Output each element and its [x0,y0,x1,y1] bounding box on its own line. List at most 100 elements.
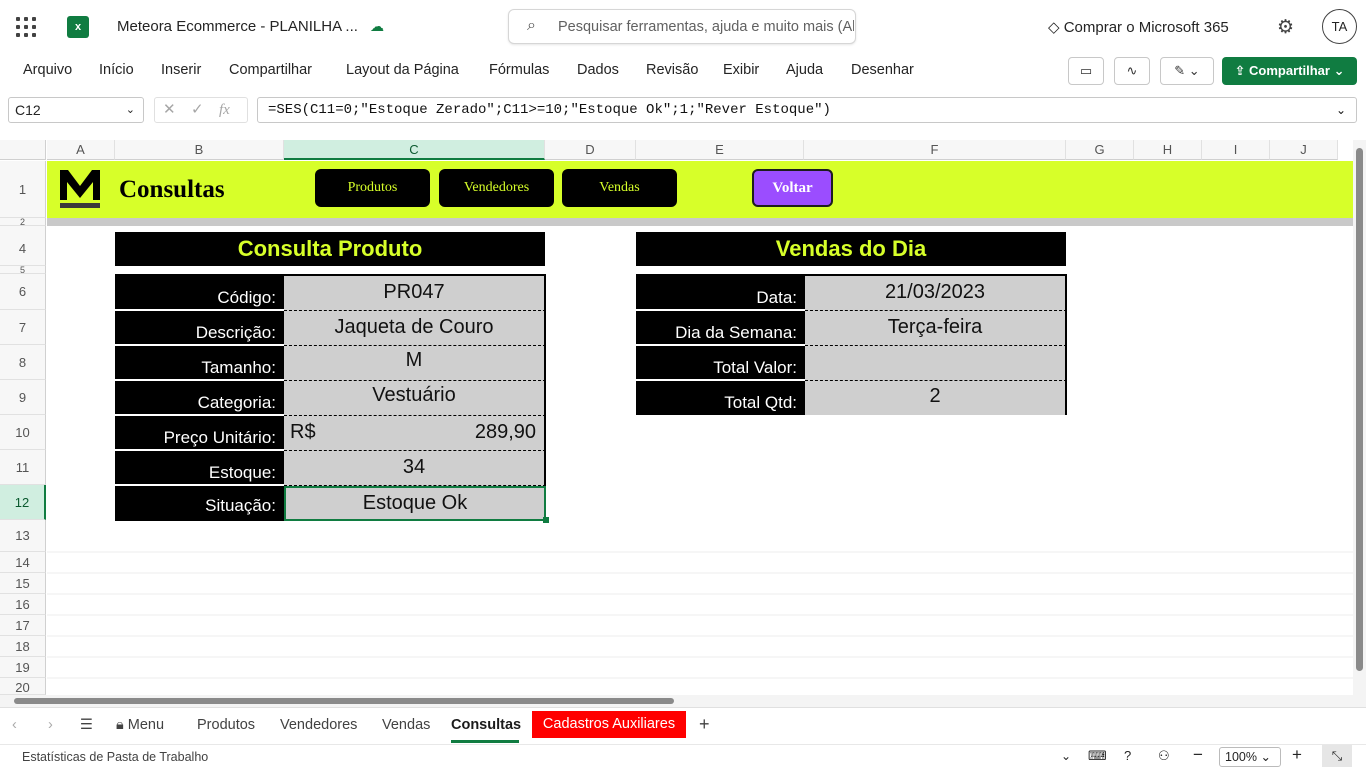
column-header-c[interactable]: C [284,140,545,160]
produtos-button[interactable]: Produtos [315,169,430,207]
menu-sheet-tab[interactable]: 🔒︎ Menu [116,717,164,733]
data-value[interactable]: 21/03/2023 [805,276,1067,311]
vertical-scroll-thumb[interactable] [1356,148,1363,671]
sheet-tab-vendas[interactable]: Vendas [382,717,430,733]
menu-inicio[interactable]: Início [99,62,134,78]
feedback-icon[interactable]: ⚇ [1158,748,1170,764]
row-header-20[interactable]: 20 [0,678,46,695]
tamanho-value[interactable]: M [284,346,546,381]
sheet-tab-produtos[interactable]: Produtos [197,717,255,733]
column-header-i[interactable]: I [1202,140,1270,160]
buy-microsoft-365-link[interactable]: ◇ Comprar o Microsoft 365 [1048,18,1229,36]
fullscreen-icon[interactable]: ⤡ [1322,745,1352,767]
row-header-9[interactable]: 9 [0,380,46,415]
row-header-19[interactable]: 19 [0,657,46,678]
categoria-value[interactable]: Vestuário [284,381,546,416]
voltar-button[interactable]: Voltar [752,169,833,207]
dia-semana-value[interactable]: Terça-feira [805,311,1067,346]
menu-tab-label: Menu [127,717,165,733]
row-header-8[interactable]: 8 [0,345,46,380]
activity-icon[interactable]: ∿ [1114,57,1150,85]
formula-input[interactable]: =SES(C11=0;"Estoque Zerado";C11>=10;"Est… [257,97,1357,123]
column-header-a[interactable]: A [47,140,115,160]
help-icon[interactable]: ? [1124,748,1131,763]
saved-cloud-icon[interactable]: ☁ [370,18,388,36]
name-box[interactable]: C12 ⌄ [8,97,144,123]
codigo-value[interactable]: PR047 [284,276,546,311]
situacao-label: Situação: [115,486,284,521]
row-header-18[interactable]: 18 [0,636,46,657]
total-qtd-value[interactable]: 2 [805,381,1067,415]
zoom-select[interactable]: 100% ⌄ [1219,747,1281,767]
row-header-16[interactable]: 16 [0,594,46,615]
row-header-2[interactable]: 2 [0,218,46,227]
row-header-11[interactable]: 11 [0,450,46,485]
document-title[interactable]: Meteora Ecommerce - PLANILHA ... [117,18,358,35]
row-header-10[interactable]: 10 [0,415,46,450]
column-header-b[interactable]: B [115,140,284,160]
menu-arquivo[interactable]: Arquivo [23,62,72,78]
row-header-6[interactable]: 6 [0,274,46,310]
zoom-out-icon[interactable]: − [1193,745,1203,765]
workbook-statistics[interactable]: Estatísticas de Pasta de Trabalho [22,750,208,764]
row-header-13[interactable]: 13 [0,520,46,552]
keyboard-icon[interactable]: ⌨ [1088,748,1107,764]
share-button[interactable]: ⇪ Compartilhar ⌄ [1222,57,1357,85]
descricao-value[interactable]: Jaqueta de Couro [284,311,546,346]
sheet-tab-vendedores[interactable]: Vendedores [280,717,357,733]
menu-exibir[interactable]: Exibir [723,62,759,78]
menu-desenhar[interactable]: Desenhar [851,62,914,78]
vendas-do-dia-table: Data: 21/03/2023 Dia da Semana: Terça-fe… [636,274,1067,415]
expand-formula-icon[interactable]: ⌄ [1336,98,1346,122]
menu-compartilhar[interactable]: Compartilhar [229,62,312,78]
row-header-15[interactable]: 15 [0,573,46,594]
menu-formulas[interactable]: Fórmulas [489,62,549,78]
comment-icon[interactable]: ▭ [1068,57,1104,85]
menu-revisao[interactable]: Revisão [646,62,698,78]
chevron-down-icon[interactable]: ⌄ [1061,749,1071,763]
column-header-h[interactable]: H [1134,140,1202,160]
row-header-4[interactable]: 4 [0,226,46,266]
search-box[interactable]: ⌕ Pesquisar ferramentas, ajuda e muito m… [508,9,856,44]
cancel-icon[interactable]: ✕ [163,98,176,122]
sheet-tab-consultas[interactable]: Consultas [451,717,521,733]
row-header-17[interactable]: 17 [0,615,46,636]
row-header-1[interactable]: 1 [0,161,46,218]
menu-ajuda[interactable]: Ajuda [786,62,823,78]
search-input[interactable]: Pesquisar ferramentas, ajuda e muito mai… [558,19,854,35]
chevron-left-icon[interactable]: ‹ [12,717,17,733]
menu-dados[interactable]: Dados [577,62,619,78]
vendas-button[interactable]: Vendas [562,169,677,207]
insert-function-icon[interactable]: fx [219,98,230,122]
total-valor-value[interactable] [805,346,1067,381]
add-sheet-icon[interactable]: + [699,714,710,735]
preco-unitario-cell[interactable]: R$ 289,90 [284,416,546,451]
gear-icon[interactable]: ⚙ [1277,16,1294,39]
select-all-corner[interactable] [0,140,46,160]
fill-handle[interactable] [543,517,549,523]
horizontal-scroll-thumb[interactable] [14,698,674,704]
sheet-tab-cadastros-auxiliares[interactable]: Cadastros Auxiliares [532,711,686,738]
situacao-value[interactable]: Estoque Ok [284,486,546,521]
column-header-g[interactable]: G [1066,140,1134,160]
row-header-14[interactable]: 14 [0,552,46,573]
column-header-d[interactable]: D [545,140,636,160]
menu-layout-pagina[interactable]: Layout da Página [346,62,459,78]
estoque-value[interactable]: 34 [284,451,546,486]
column-header-e[interactable]: E [636,140,804,160]
app-launcher-icon[interactable] [16,17,36,37]
chevron-right-icon[interactable]: › [48,717,53,733]
column-header-j[interactable]: J [1270,140,1338,160]
row-header-5[interactable]: 5 [0,266,46,275]
row-header-7[interactable]: 7 [0,310,46,345]
confirm-icon[interactable]: ✓ [191,98,204,122]
excel-icon: x [67,16,89,38]
menu-inserir[interactable]: Inserir [161,62,201,78]
zoom-in-icon[interactable]: + [1292,745,1302,765]
editing-mode-icon[interactable]: ✎ ⌄ [1160,57,1214,85]
column-header-f[interactable]: F [804,140,1066,160]
avatar[interactable]: TA [1322,9,1357,44]
all-sheets-icon[interactable]: ☰ [80,717,93,733]
row-header-12[interactable]: 12 [0,485,46,520]
vendedores-button[interactable]: Vendedores [439,169,554,207]
